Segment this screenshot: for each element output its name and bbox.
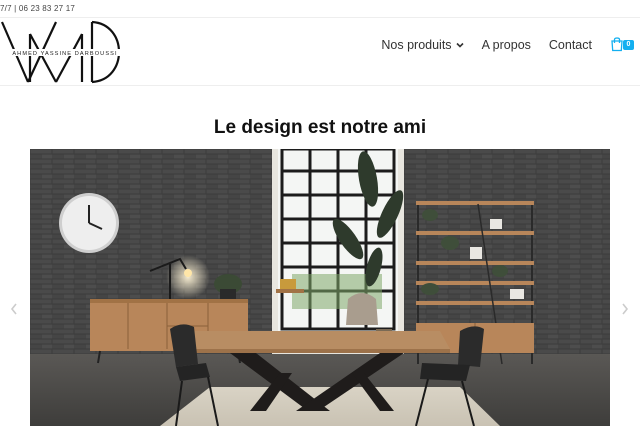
page-title: Le design est notre ami: [213, 117, 427, 138]
nav-item-nos-produits[interactable]: Nos produits: [381, 38, 464, 52]
cart-count-badge: 0: [623, 40, 634, 50]
hero-image: [30, 149, 610, 426]
hero-slider[interactable]: [30, 149, 610, 426]
cart-button[interactable]: 0: [610, 36, 634, 54]
top-bar: 7/7 | 06 23 83 27 17: [0, 0, 640, 18]
site-header: AHMED YASSINE DARBOUSSI Nos produits A p…: [0, 18, 640, 86]
nav-item-label: Nos produits: [381, 38, 452, 52]
chevron-right-icon[interactable]: [620, 302, 630, 316]
nav-item-a-propos[interactable]: A propos: [482, 38, 531, 52]
contact-info: 7/7 | 06 23 83 27 17: [0, 4, 76, 13]
shopping-bag-icon: [611, 37, 623, 52]
logo-graphic: AHMED YASSINE DARBOUSSI: [0, 20, 130, 84]
site-logo[interactable]: AHMED YASSINE DARBOUSSI: [0, 20, 130, 84]
nav-item-label: Contact: [548, 38, 592, 52]
logo-tagline: AHMED YASSINE DARBOUSSI: [12, 51, 117, 57]
nav-item-contact[interactable]: Contact: [549, 38, 592, 52]
main-navigation: Nos produits A propos Contact 0: [381, 35, 634, 55]
nav-item-label: A propos: [481, 38, 531, 52]
chevron-left-icon[interactable]: [9, 302, 19, 316]
chevron-down-icon: [455, 42, 464, 48]
